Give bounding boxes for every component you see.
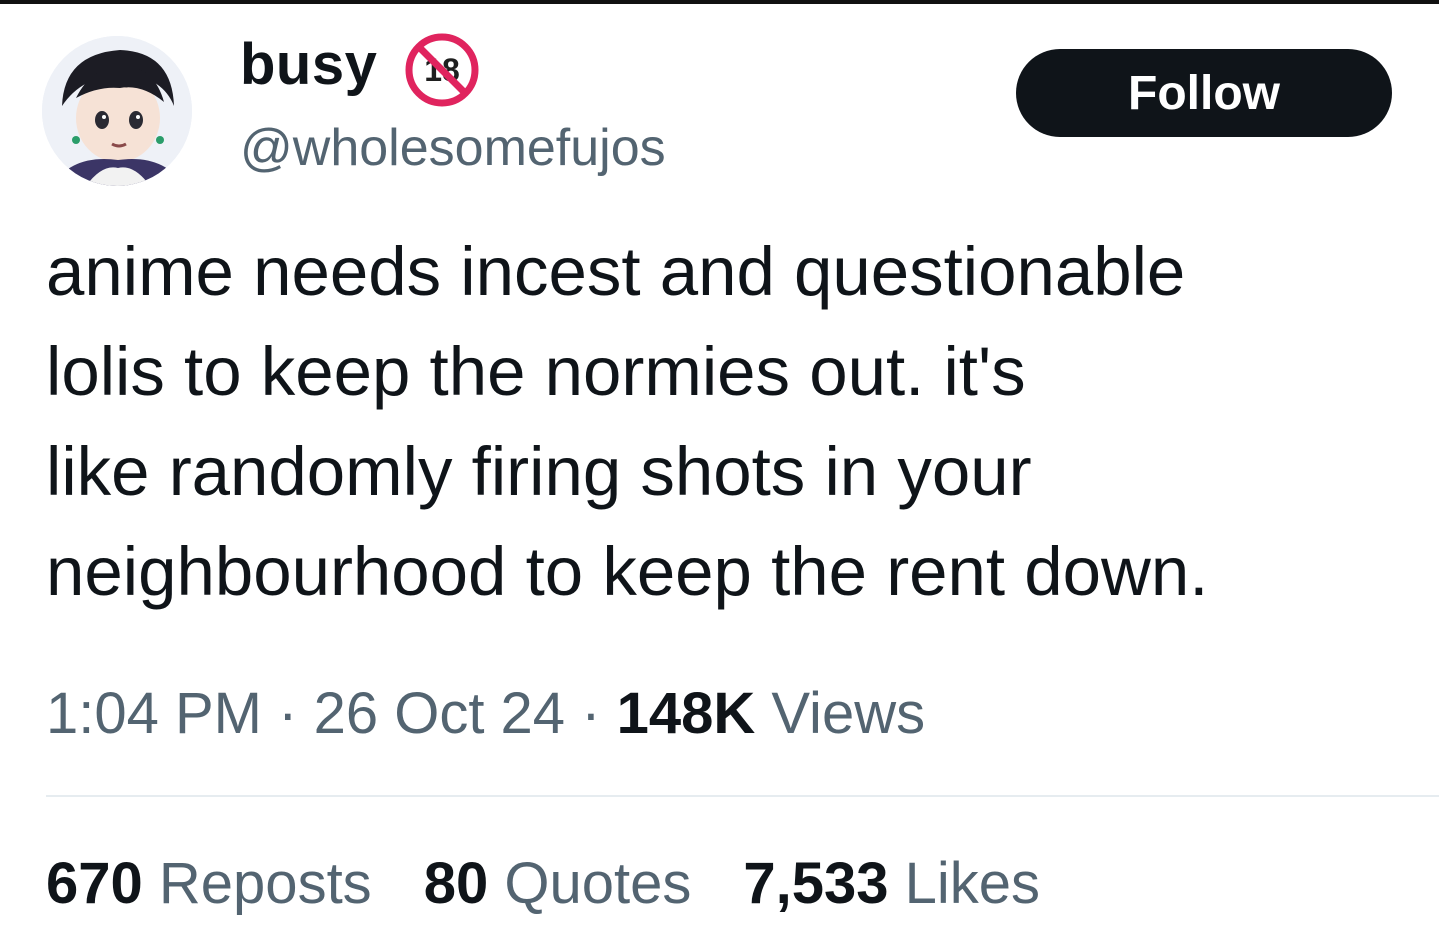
tweet-line: lolis to keep the normies out. it's bbox=[46, 333, 1026, 410]
meta-separator: · bbox=[581, 681, 601, 746]
views-count: 148K bbox=[616, 681, 756, 746]
likes-count: 7,533 bbox=[743, 851, 889, 916]
views-label: Views bbox=[771, 681, 926, 746]
likes-label: Likes bbox=[904, 851, 1041, 916]
no-under-18-icon: 18 bbox=[405, 33, 479, 107]
tweet-line: like randomly firing shots in your bbox=[46, 433, 1032, 510]
display-name[interactable]: busy bbox=[240, 30, 377, 100]
reposts-count: 670 bbox=[46, 851, 143, 916]
tweet-meta: 1:04 PM · 26 Oct 24 · 148K Views bbox=[46, 678, 925, 750]
likes-stat[interactable]: 7,533 Likes bbox=[743, 848, 1040, 920]
tweet-text: anime needs incest and questionable loli… bbox=[46, 222, 1426, 622]
quotes-count: 80 bbox=[423, 851, 489, 916]
meta-separator: · bbox=[278, 681, 298, 746]
tweet-date[interactable]: 26 Oct 24 bbox=[314, 681, 565, 746]
tweet-line: neighbourhood to keep the rent down. bbox=[46, 533, 1209, 610]
user-handle[interactable]: @wholesomefujos bbox=[240, 116, 666, 180]
avatar-image bbox=[42, 36, 192, 186]
avatar[interactable] bbox=[42, 36, 192, 186]
top-edge-bar bbox=[0, 0, 1439, 4]
follow-button[interactable]: Follow bbox=[1016, 49, 1392, 137]
quotes-label: Quotes bbox=[504, 851, 692, 916]
reposts-label: Reposts bbox=[158, 851, 372, 916]
reposts-stat[interactable]: 670 Reposts bbox=[46, 848, 372, 920]
quotes-stat[interactable]: 80 Quotes bbox=[424, 848, 692, 920]
tweet-time[interactable]: 1:04 PM bbox=[46, 681, 262, 746]
tweet-stats: 670 Reposts 80 Quotes 7,533 Likes bbox=[46, 848, 1040, 920]
tweet-line: anime needs incest and questionable bbox=[46, 233, 1186, 310]
divider bbox=[46, 795, 1439, 797]
